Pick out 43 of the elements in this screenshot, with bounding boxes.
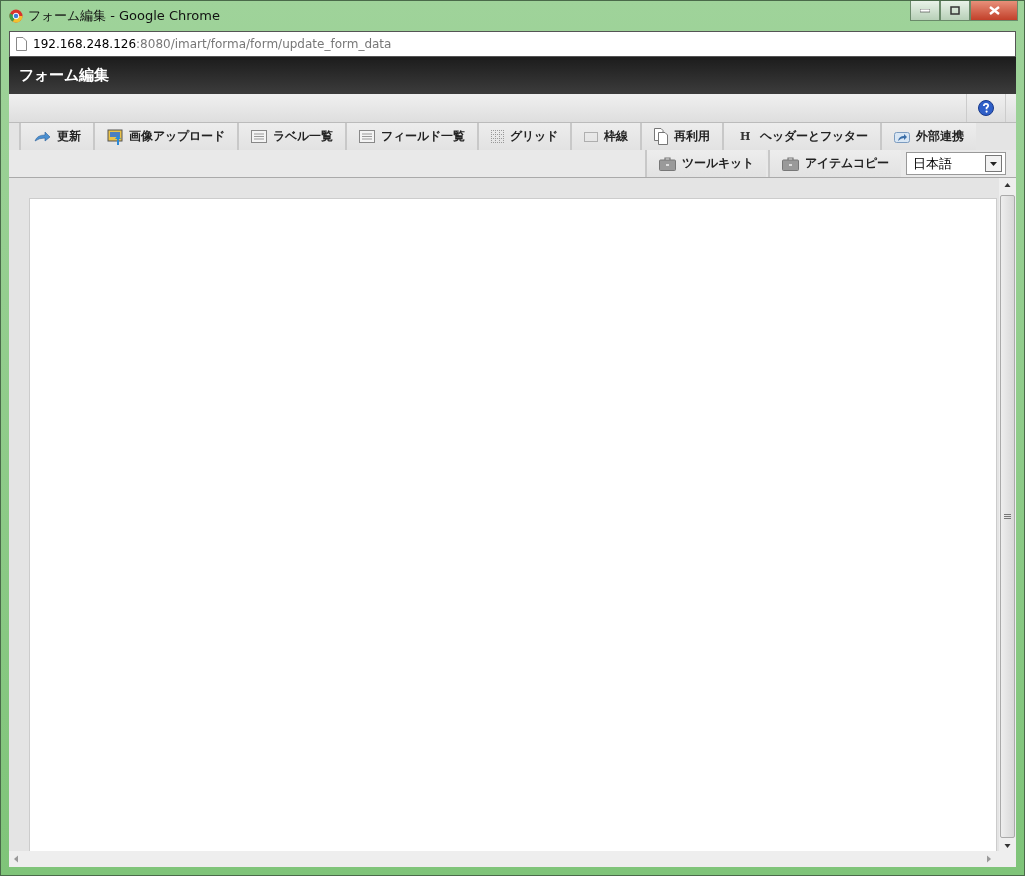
help-icon[interactable] [978,100,994,116]
scrollbar-thumb[interactable] [1000,195,1015,838]
minimize-button[interactable] [910,1,940,21]
horizontal-scrollbar[interactable] [9,851,1016,867]
toolbar-button[interactable]: アイテムコピー [768,150,901,177]
toolbar-button[interactable]: 再利用 [640,123,722,150]
page-header: フォーム編集 [9,57,1016,94]
grid-icon [491,130,504,143]
vertical-scrollbar[interactable] [999,178,1016,851]
maximize-icon [950,6,960,15]
toolbar-button[interactable]: 枠線 [570,123,640,150]
arrow-icon [33,130,51,143]
maximize-button[interactable] [940,1,970,21]
url-host: 192.168.248.126 [33,37,137,51]
scroll-down-icon[interactable] [1004,841,1011,851]
toolbar-button[interactable]: 画像アップロード [93,123,237,150]
pages-icon [654,128,668,145]
toolbar-button[interactable]: 更新 [19,123,93,150]
toolbar-button[interactable]: フィールド一覧 [345,123,477,150]
close-icon [988,6,1000,15]
scroll-left-icon[interactable] [13,855,19,863]
letter-icon: H [736,130,755,143]
window-title: フォーム編集 - Google Chrome [28,7,220,25]
toolbox-icon [782,156,799,171]
page-icon [16,37,27,51]
language-select[interactable]: 日本語 [906,152,1006,175]
scroll-right-icon[interactable] [986,855,992,863]
toolbar-button[interactable]: H ヘッダーとフッター [722,123,881,150]
minimize-icon [920,8,930,13]
list-icon [251,130,267,143]
browser-logo-icon [9,9,23,23]
address-bar[interactable]: 192.168.248.126:8080/imart/forma/form/update_form_data [9,31,1016,57]
url-path: :8080/imart/forma/form/update_form_data [136,37,392,51]
list-icon [359,130,375,143]
toolbar-button[interactable]: ツールキット [645,150,766,177]
image-upload-icon [107,128,123,145]
toolbar-button[interactable]: 外部連携 [880,123,977,150]
grip-icon [1004,513,1011,520]
close-button[interactable] [970,1,1018,21]
toolbar-button[interactable]: グリッド [477,123,570,150]
toolbox-icon [659,156,676,171]
toolbar-button[interactable]: ラベル一覧 [237,123,345,150]
dotted-frame-icon [584,131,598,142]
